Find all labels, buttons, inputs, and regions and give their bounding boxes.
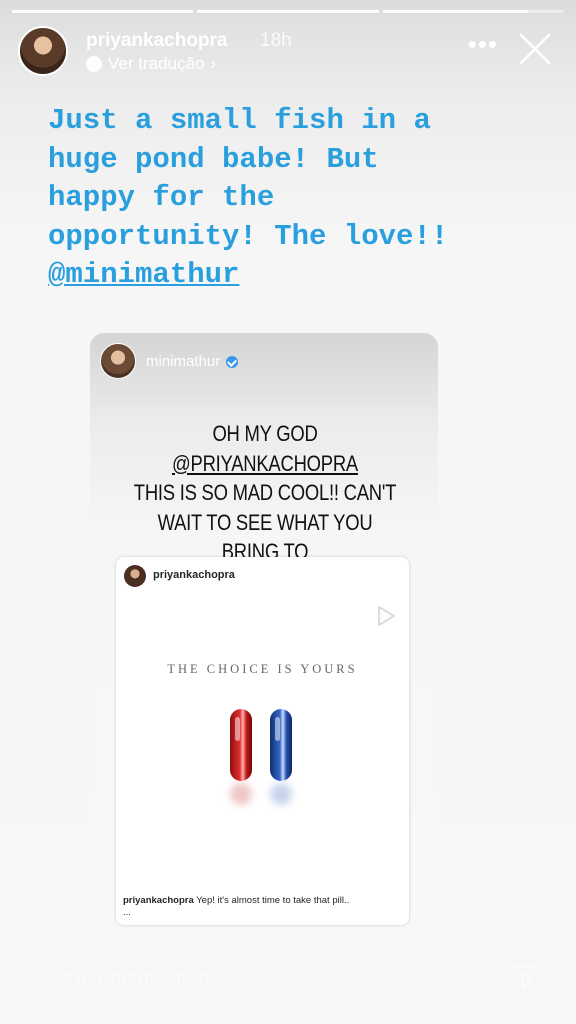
card-username: minimathur [146,353,221,370]
avatar[interactable] [18,26,68,76]
post-caption-text: Yep! it's almost time to take that pill.… [193,895,350,906]
translate-label: Ver tradução [108,54,205,73]
post-caption-more: ... [123,907,131,918]
story-header: priyankachopra 18h Ver tradução › ••• [18,26,564,80]
reply-input[interactable]: Enviar mensagem [48,966,209,989]
chevron-right-icon: › [210,54,217,73]
card-mention: @PRIYANKACHOPRA [172,450,358,476]
progress-fill [12,10,194,13]
progress-segment-3 [382,10,564,13]
post-avatar [124,565,146,587]
caption-text: Just a small fish in a huge pond babe! B… [48,104,449,253]
post-caption: priyankachopra Yep! it's almost time to … [123,895,403,919]
card-text-prefix: OH MY GOD [212,421,318,446]
progress-segment-2 [197,10,379,13]
blue-pill-reflection [270,783,292,805]
play-icon [378,606,395,626]
post-tagline: THE CHOICE IS YOURS [167,662,358,676]
story-caption: Just a small fish in a huge pond babe! B… [48,102,548,295]
card-avatar [100,343,136,379]
story-username[interactable]: priyankachopra [86,30,228,52]
progress-fill [197,10,379,13]
send-icon[interactable] [510,962,540,992]
translate-icon [86,56,102,72]
post-username: priyankachopra [153,569,235,581]
post-caption-username: priyankachopra [123,895,194,906]
progress-segment-1 [12,10,194,13]
translate-button[interactable]: Ver tradução › [86,54,216,74]
progress-fill [382,10,528,13]
story-time: 18h [260,30,292,51]
embedded-post[interactable]: priyankachopra THE CHOICE IS YOURS priya… [116,557,409,925]
caption-mention-link[interactable]: @minimathur [48,258,239,291]
red-pill-image [230,709,252,781]
blue-pill-image [270,709,292,781]
story-progress-bar [12,10,564,13]
more-options-icon[interactable]: ••• [468,31,498,57]
close-icon[interactable] [518,32,552,66]
verified-badge-icon [226,355,239,368]
red-pill-reflection [230,783,252,805]
card-username-row: minimathur [146,353,239,370]
story-footer: Enviar mensagem [48,958,554,998]
